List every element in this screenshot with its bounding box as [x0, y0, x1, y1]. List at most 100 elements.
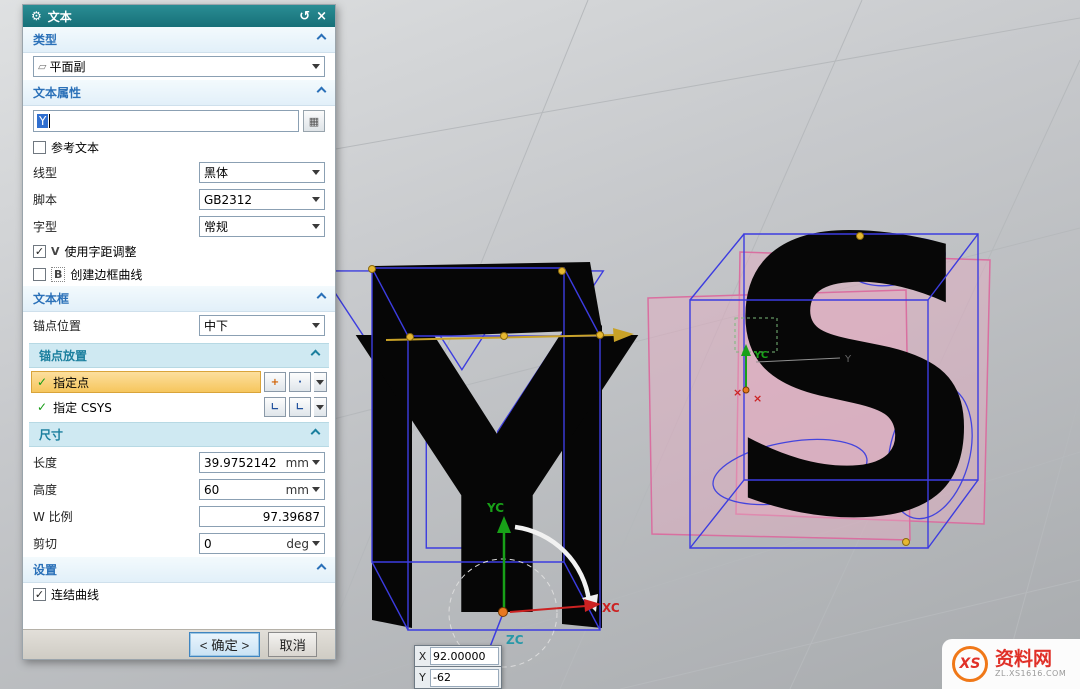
- section-type-header[interactable]: 类型: [23, 27, 335, 53]
- specify-point-row[interactable]: ✓ 指定点: [31, 371, 261, 393]
- length-value: 39.9752142: [204, 456, 283, 470]
- shear-input[interactable]: 0 deg: [199, 533, 325, 554]
- shear-unit: deg: [286, 537, 309, 551]
- section-textframe-header[interactable]: 文本框: [23, 286, 335, 312]
- planar-icon: ▱: [38, 60, 46, 73]
- green-check-icon: ✓: [37, 375, 47, 389]
- coord-y-input[interactable]: -62: [430, 669, 499, 687]
- dropdown-arrow-icon[interactable]: [312, 541, 320, 546]
- dropdown-arrow-icon[interactable]: [312, 487, 320, 492]
- length-label: 长度: [33, 454, 57, 471]
- coord-x-label: X: [415, 650, 430, 663]
- type-dropdown[interactable]: ▱ 平面副: [33, 56, 325, 77]
- coord-y-row: Y -62: [414, 667, 502, 689]
- size-title: 尺寸: [39, 428, 63, 442]
- height-label: 高度: [33, 481, 57, 498]
- point-dialog-button[interactable]: ·: [289, 372, 311, 392]
- kerning-icon: V: [51, 245, 60, 258]
- coord-y-label: Y: [415, 671, 430, 684]
- font-value: 黑体: [204, 164, 309, 181]
- letter-y-solid-face[interactable]: Y: [353, 259, 638, 689]
- style-dropdown[interactable]: 常规: [199, 216, 325, 237]
- kerning-label: 使用字距调整: [65, 243, 137, 260]
- section-textprops-header[interactable]: 文本属性: [23, 80, 335, 106]
- wscale-value: 97.39687: [204, 510, 320, 524]
- section-type-title: 类型: [33, 33, 57, 47]
- dropdown-arrow-icon[interactable]: [312, 224, 320, 229]
- text-dialog: ⚙ 文本 ↺ × 类型 ▱ 平面副 文本属性 Y ▦: [22, 4, 336, 660]
- text-editor-button[interactable]: ▦: [303, 110, 325, 132]
- anchor-position-label: 锚点位置: [33, 317, 81, 334]
- chevron-up-icon[interactable]: [311, 350, 321, 360]
- border-curves-checkbox[interactable]: [33, 268, 46, 281]
- dropdown-arrow-icon: [316, 380, 324, 385]
- chevron-up-icon[interactable]: [317, 564, 327, 574]
- triad-yc-label: YC: [753, 350, 768, 361]
- join-curves-label: 连结曲线: [51, 586, 99, 603]
- close-icon[interactable]: ×: [316, 10, 327, 23]
- subsection-anchor-place-header[interactable]: 锚点放置: [29, 343, 329, 368]
- border-curves-icon: B: [51, 267, 65, 282]
- csys-dialog-button[interactable]: ∟: [289, 397, 311, 417]
- reset-icon[interactable]: ↺: [299, 10, 310, 23]
- subsection-size-header[interactable]: 尺寸: [29, 422, 329, 447]
- point-constructor-button[interactable]: +: [264, 372, 286, 392]
- watermark: XS 资料网 ZL.XS1616.COM: [942, 639, 1080, 689]
- dropdown-arrow-icon[interactable]: [312, 197, 320, 202]
- text-content-input[interactable]: Y: [33, 110, 299, 132]
- wscale-input[interactable]: 97.39687: [199, 506, 325, 527]
- coord-x-row: X 92.00000: [414, 645, 502, 667]
- ok-button[interactable]: < 确定 >: [189, 632, 261, 657]
- point-options-button[interactable]: [314, 372, 327, 392]
- watermark-name: 资料网: [995, 649, 1066, 670]
- font-dropdown[interactable]: 黑体: [199, 162, 325, 183]
- height-input[interactable]: 60 mm: [199, 479, 325, 500]
- chevron-up-icon[interactable]: [317, 293, 327, 303]
- onscreen-coordinate-inputs: X 92.00000 Y -62: [414, 645, 502, 689]
- wscale-label: W 比例: [33, 508, 73, 525]
- reference-text-checkbox[interactable]: [33, 141, 46, 154]
- style-value: 常规: [204, 218, 309, 235]
- dropdown-arrow-icon[interactable]: [312, 460, 320, 465]
- join-curves-checkbox[interactable]: ✓: [33, 588, 46, 601]
- shear-value: 0: [204, 537, 283, 551]
- green-check-icon: ✓: [37, 400, 47, 414]
- type-value: 平面副: [49, 58, 309, 75]
- dropdown-arrow-icon[interactable]: [312, 170, 320, 175]
- section-settings-header[interactable]: 设置: [23, 557, 335, 583]
- dialog-titlebar[interactable]: ⚙ 文本 ↺ ×: [23, 5, 335, 27]
- chevron-up-icon[interactable]: [317, 34, 327, 44]
- csys-options-button[interactable]: [314, 397, 327, 417]
- point-pick-icon: ·: [298, 377, 302, 388]
- chevron-up-icon[interactable]: [311, 429, 321, 439]
- dialog-body: 类型 ▱ 平面副 文本属性 Y ▦ 参考文本 线型: [23, 27, 335, 629]
- watermark-url: ZL.XS1616.COM: [995, 670, 1066, 679]
- x-marker-icon: ×: [753, 392, 762, 405]
- chevron-up-icon[interactable]: [317, 87, 327, 97]
- letter-s-solid[interactable]: S: [718, 159, 992, 602]
- script-dropdown[interactable]: GB2312: [199, 189, 325, 210]
- axis-yc-label: YC: [486, 501, 504, 515]
- cancel-button[interactable]: 取消: [268, 632, 317, 657]
- length-input[interactable]: 39.9752142 mm: [199, 452, 325, 473]
- section-textframe-title: 文本框: [33, 292, 69, 306]
- gear-icon[interactable]: ⚙: [31, 9, 42, 23]
- selection-grid-icon: ▦: [309, 115, 319, 128]
- dialog-title: 文本: [48, 8, 72, 25]
- dropdown-arrow-icon[interactable]: [312, 64, 320, 69]
- specify-csys-row[interactable]: ✓ 指定 CSYS: [31, 396, 261, 418]
- specify-point-label: 指定点: [53, 374, 89, 391]
- kerning-checkbox[interactable]: ✓: [33, 245, 46, 258]
- csys-constructor-button[interactable]: ∟: [264, 397, 286, 417]
- selected-text: Y: [37, 114, 48, 128]
- coord-x-input[interactable]: 92.00000: [430, 647, 499, 665]
- reference-text-label: 参考文本: [51, 139, 99, 156]
- triad-y-label: Y: [844, 354, 852, 365]
- specify-csys-label: 指定 CSYS: [53, 399, 112, 416]
- shear-label: 剪切: [33, 535, 57, 552]
- axis-xc-label: XC: [602, 601, 620, 615]
- dropdown-arrow-icon[interactable]: [312, 323, 320, 328]
- section-settings-title: 设置: [33, 563, 57, 577]
- anchor-position-dropdown[interactable]: 中下: [199, 315, 325, 336]
- watermark-logo: XS: [952, 646, 988, 682]
